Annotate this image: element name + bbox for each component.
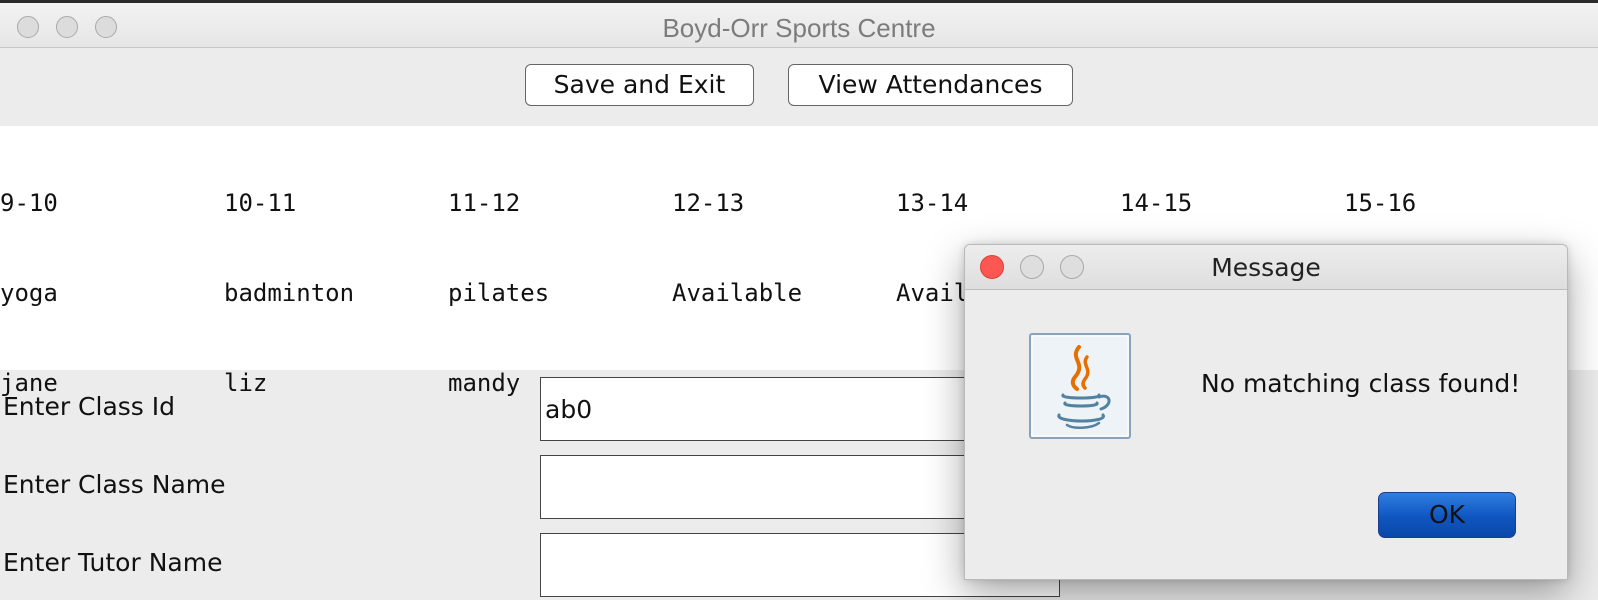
ok-button[interactable]: OK (1378, 492, 1516, 538)
message-dialog: Message No matching class found! OK (964, 244, 1568, 580)
timetable-slot: 10-11 badminton liz (224, 128, 354, 458)
slot-time: 9-10 (0, 189, 58, 217)
slot-time: 15-16 (1344, 189, 1417, 217)
slot-time: 14-15 (1120, 189, 1193, 217)
window-title: Boyd-Orr Sports Centre (662, 13, 936, 43)
dialog-title: Message (1211, 253, 1321, 282)
tutor-name-label: Enter Tutor Name (3, 548, 223, 577)
slot-time: 13-14 (896, 189, 969, 217)
slot-time: 11-12 (448, 189, 521, 217)
save-and-exit-button[interactable]: Save and Exit (525, 64, 754, 106)
slot-time: 10-11 (224, 189, 297, 217)
class-id-label: Enter Class Id (3, 392, 176, 421)
slot-class: pilates (448, 279, 550, 307)
class-name-label: Enter Class Name (3, 470, 226, 499)
slot-time: 12-13 (672, 189, 745, 217)
view-attendances-button[interactable]: View Attendances (788, 64, 1073, 106)
dialog-message: No matching class found! (1201, 369, 1521, 398)
slot-class: yoga (0, 279, 58, 307)
dialog-title-bar: Message (965, 245, 1567, 290)
slot-tutor: liz (224, 369, 268, 397)
timetable-slot: 11-12 pilates mandy (448, 128, 549, 458)
main-window: Boyd-Orr Sports Centre Save and Exit Vie… (0, 0, 1598, 600)
title-bar: Boyd-Orr Sports Centre (0, 3, 1598, 48)
java-icon (1029, 333, 1131, 439)
slot-class: badminton (224, 279, 355, 307)
slot-class: Available (672, 279, 803, 307)
slot-tutor: mandy (448, 369, 521, 397)
